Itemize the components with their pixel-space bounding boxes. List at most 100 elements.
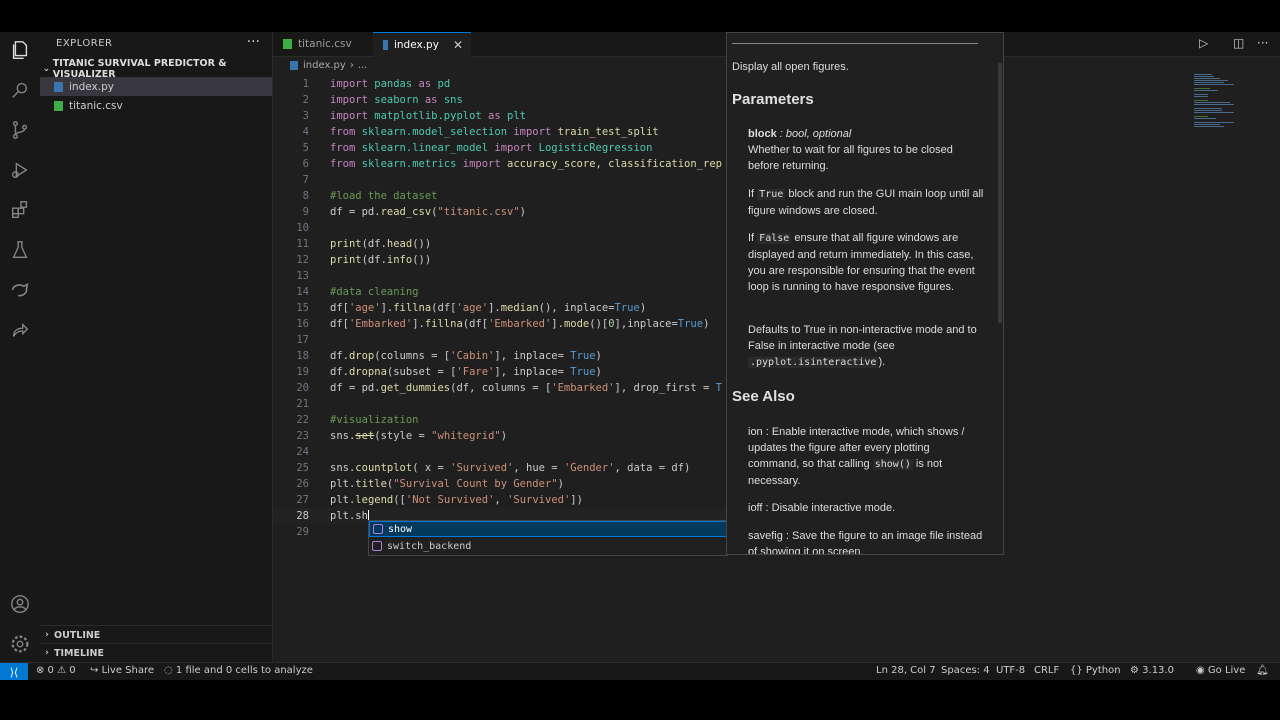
live-share-status[interactable]: ↪ Live Share <box>90 665 154 676</box>
settings-gear-icon[interactable] <box>8 632 32 656</box>
code-line[interactable]: 11 print(df.head()) <box>273 236 733 252</box>
editor-more-icon[interactable]: ··· <box>1257 36 1268 50</box>
python-file-icon <box>290 61 298 70</box>
tab-titanic-csv[interactable]: titanic.csv <box>273 32 373 56</box>
notifications-icon[interactable]: 🔔︎ <box>1256 665 1269 676</box>
code-line[interactable]: 5 from sklearn.linear_model import Logist… <box>273 140 733 156</box>
breadcrumb-file[interactable]: index.py <box>303 60 346 71</box>
code-line[interactable]: 10 <box>273 220 733 236</box>
tab-label: titanic.csv <box>298 38 352 50</box>
file-item-titanic-csv[interactable]: titanic.csv <box>40 96 272 115</box>
csv-file-icon <box>54 100 63 111</box>
activity-bar <box>0 32 41 662</box>
breadcrumb-rest[interactable]: ... <box>358 60 368 71</box>
method-icon <box>372 541 382 551</box>
close-tab-icon[interactable]: ✕ <box>453 38 463 52</box>
indentation[interactable]: Spaces: 4 <box>941 665 990 676</box>
code-line[interactable]: 19 df.dropna(subset = ['Fare'], inplace= … <box>273 364 733 380</box>
vscode-window: EXPLORER ··· ⌄ TITANIC SURVIVAL PREDICTO… <box>0 32 1280 680</box>
remote-indicator-icon[interactable]: ⟩⟨ <box>0 663 28 680</box>
see-also-heading: See Also <box>732 388 795 405</box>
hover-scrollbar[interactable] <box>998 63 1002 323</box>
breadcrumb-separator: › <box>349 60 354 71</box>
extensions-icon[interactable] <box>8 198 32 222</box>
python-icon: ⚙ <box>1130 665 1143 676</box>
code-line[interactable]: 25 sns.countplot( x = 'Survived', hue = '… <box>273 460 733 476</box>
code-line[interactable]: 6 from sklearn.metrics import accuracy_sc… <box>273 156 729 172</box>
problems-indicator[interactable]: ⊗ 0 ⚠ 0 <box>36 665 76 676</box>
param-false-note: If False ensure that all figure windows … <box>748 232 975 293</box>
suggest-item-switch-backend[interactable]: switch_backend <box>369 538 727 554</box>
run-file-icon[interactable]: ▷ <box>1199 36 1208 50</box>
file-item-index-py[interactable]: index.py <box>40 77 272 96</box>
code-line[interactable]: 26 plt.title("Survival Count by Gender") <box>273 476 733 492</box>
search-icon[interactable] <box>8 78 32 102</box>
code-line[interactable]: 1 import pandas as pd <box>273 76 733 92</box>
loading-icon: ◌ <box>164 665 176 676</box>
line-ending[interactable]: CRLF <box>1034 665 1059 676</box>
encoding[interactable]: UTF-8 <box>996 665 1025 676</box>
python-version[interactable]: ⚙ 3.13.0 <box>1130 665 1174 676</box>
explorer-sidebar: EXPLORER ··· ⌄ TITANIC SURVIVAL PREDICTO… <box>40 32 273 662</box>
code-line[interactable]: 23 sns.set(style = "whitegrid") <box>273 428 733 444</box>
live-share-icon: ↪ <box>90 665 102 676</box>
see-also-ioff: ioff : Disable interactive mode. <box>748 502 896 514</box>
outline-section[interactable]: › OUTLINE <box>40 625 272 644</box>
cursor-position[interactable]: Ln 28, Col 7 <box>876 665 936 676</box>
go-live-button[interactable]: ◉ Go Live <box>1196 665 1245 676</box>
defaults-note: Defaults to True in non-interactive mode… <box>748 324 977 368</box>
suggest-item-show[interactable]: show <box>369 521 727 537</box>
code-line[interactable]: 14 #data cleaning <box>273 284 733 300</box>
code-line[interactable]: 17 <box>273 332 733 348</box>
code-line[interactable]: 24 <box>273 444 733 460</box>
timeline-label: TIMELINE <box>54 647 104 659</box>
project-folder[interactable]: ⌄ TITANIC SURVIVAL PREDICTOR & VISUALIZE… <box>40 58 272 80</box>
python-file-icon <box>54 81 63 92</box>
suggest-item-label: show <box>388 523 413 535</box>
split-editor-icon[interactable]: ◫ <box>1233 36 1244 50</box>
signature-divider <box>732 43 978 44</box>
language-mode[interactable]: {} Python <box>1070 665 1121 676</box>
code-line[interactable]: 22 #visualization <box>273 412 733 428</box>
function-description: Display all open figures. <box>732 61 849 73</box>
analysis-status[interactable]: ◌ 1 file and 0 cells to analyze <box>164 665 313 676</box>
code-line[interactable]: 15 df['age'].fillna(df['age'].median(), i… <box>273 300 733 316</box>
param-block: block : bool, optional Whether to wait fo… <box>748 128 953 172</box>
braces-icon: {} <box>1070 665 1086 676</box>
broadcast-icon: ◉ <box>1196 665 1208 676</box>
live-share-icon[interactable] <box>8 318 32 342</box>
code-line[interactable]: 8 #load the dataset <box>273 188 733 204</box>
breadcrumb: index.py › ... <box>290 60 367 71</box>
file-item-label: titanic.csv <box>69 99 123 112</box>
tab-index-py[interactable]: index.py ✕ <box>373 32 471 57</box>
code-line[interactable]: 2 import seaborn as sns <box>273 92 733 108</box>
more-actions-icon[interactable]: ··· <box>247 34 260 50</box>
parameters-heading: Parameters <box>732 91 814 108</box>
code-line[interactable]: 3 import matplotlib.pyplot as plt <box>273 108 733 124</box>
code-line[interactable]: 7 <box>273 172 733 188</box>
outline-label: OUTLINE <box>54 629 101 641</box>
code-line[interactable]: 13 <box>273 268 733 284</box>
code-line[interactable]: 20 df = pd.get_dummies(df, columns = ['Em… <box>273 380 729 396</box>
code-line[interactable]: 27 plt.legend(['Not Survived', 'Survived'… <box>273 492 733 508</box>
testing-icon[interactable] <box>8 238 32 262</box>
chevron-down-icon: ⌄ <box>42 64 51 74</box>
see-also-ion: ion : Enable interactive mode, which sho… <box>748 426 965 487</box>
account-icon[interactable] <box>8 592 32 616</box>
code-line[interactable]: 4 from sklearn.model_selection import tra… <box>273 124 733 140</box>
suggest-item-label: switch_backend <box>387 540 472 552</box>
timeline-section[interactable]: › TIMELINE <box>40 643 272 662</box>
remote-explorer-icon[interactable] <box>8 278 32 302</box>
code-line[interactable]: 9 df = pd.read_csv("titanic.csv") <box>273 204 733 220</box>
code-line[interactable]: 16 df['Embarked'].fillna(df['Embarked'].m… <box>273 316 733 332</box>
code-line[interactable]: 21 <box>273 396 733 412</box>
explorer-icon[interactable] <box>8 38 32 62</box>
tab-label: index.py <box>393 39 439 51</box>
run-debug-icon[interactable] <box>8 158 32 182</box>
source-control-icon[interactable] <box>8 118 32 142</box>
code-line[interactable]: 12 print(df.info()) <box>273 252 733 268</box>
code-line[interactable]: 18 df.drop(columns = ['Cabin'], inplace= … <box>273 348 733 364</box>
param-true-note: If True block and run the GUI main loop … <box>748 188 984 217</box>
status-bar: ⟩⟨ ⊗ 0 ⚠ 0 ↪ Live Share ◌ 1 file and 0 c… <box>0 662 1280 680</box>
chevron-right-icon: › <box>45 630 49 640</box>
